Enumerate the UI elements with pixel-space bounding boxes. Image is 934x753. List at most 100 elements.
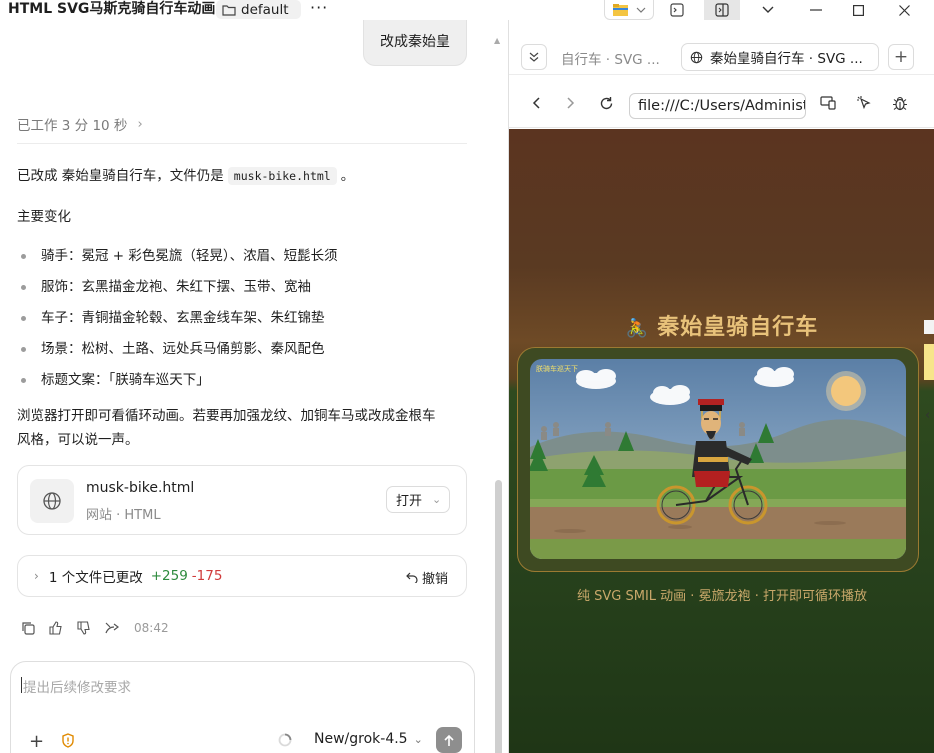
- open-file-button[interactable]: 打开 ⌄: [386, 486, 450, 513]
- permissions-button[interactable]: [61, 733, 75, 752]
- split-view-button[interactable]: [704, 0, 740, 20]
- chevron-down-icon: ⌄: [413, 732, 423, 746]
- changes-list: 骑手：冕冠 + 彩色冕旒（轻晃）、浓眉、短髭长须 服饰：玄黑描金龙袍、朱红下摆、…: [17, 246, 338, 401]
- chat-pane: 改成秦始皇 已工作 3 分 10 秒 › 已改成 秦始皇骑自行车，文件仍是 mus…: [0, 20, 508, 753]
- file-card[interactable]: musk-bike.html 网站 · HTML 打开 ⌄: [17, 465, 467, 535]
- element-picker-button[interactable]: [855, 94, 873, 112]
- message-actions: 08:42: [20, 620, 169, 636]
- globe-icon: [690, 51, 703, 63]
- animation-scene: 朕骑车巡天下: [530, 359, 906, 559]
- device-toggle-button[interactable]: [819, 94, 837, 112]
- tab-previous[interactable]: 自行车 · SVG ...: [561, 48, 660, 68]
- user-message-bubble: 改成秦始皇: [363, 20, 467, 66]
- closing-text-line-1: 浏览器打开即可看循环动画。若要再加强龙纹、加铜车马或改成金根车: [17, 408, 436, 424]
- divider: [17, 143, 467, 144]
- model-label: New/grok-4.5: [314, 731, 408, 747]
- maximize-button[interactable]: [848, 0, 868, 20]
- tab-list-button[interactable]: [521, 44, 547, 70]
- tab-active[interactable]: 秦始皇骑自行车 · SVG ...: [681, 43, 879, 71]
- undo-button[interactable]: 撤销: [406, 568, 448, 587]
- terminal-icon: [670, 3, 684, 17]
- share-button[interactable]: [104, 620, 120, 636]
- new-tab-button[interactable]: +: [888, 44, 914, 70]
- file-explorer-icon: [613, 3, 628, 16]
- edge-panel-sliver: [924, 320, 934, 380]
- reload-button[interactable]: [597, 94, 615, 112]
- forward-button[interactable]: [562, 94, 580, 112]
- thumbs-up-button[interactable]: [48, 620, 64, 636]
- title-bar: HTML SVG马斯克骑自行车动画 default ···: [0, 0, 934, 20]
- page-caption: 纯 SVG SMIL 动画 · 冕旒龙袍 · 打开即可循环播放: [577, 589, 867, 604]
- split-view-icon: [715, 3, 729, 17]
- copy-button[interactable]: [20, 620, 36, 636]
- share-icon: [105, 622, 119, 634]
- device-icon: [820, 96, 836, 110]
- maximize-icon: [852, 4, 864, 16]
- list-item: 服饰：玄黑描金龙袍、朱红下摆、玉带、宽袖: [17, 277, 338, 308]
- lines-added: +259: [150, 568, 188, 584]
- lines-removed: -175: [191, 568, 223, 584]
- browser-pane: 自行车 · SVG ... 秦始皇骑自行车 · SVG ... + file:/…: [508, 20, 934, 753]
- chevrons-icon: [529, 52, 539, 62]
- followup-input[interactable]: 提出后续修改要求: [21, 676, 131, 696]
- file-name-code: musk-bike.html: [227, 167, 337, 185]
- tab-active-label: 秦始皇骑自行车 · SVG ...: [710, 51, 863, 67]
- reload-icon: [600, 96, 612, 109]
- file-card-name: musk-bike.html: [86, 480, 195, 496]
- app-title: HTML SVG马斯克骑自行车动画: [8, 1, 216, 17]
- changes-count-label: 1 个文件已更改: [48, 570, 143, 586]
- changes-summary-card[interactable]: › 1 个文件已更改 +259 -175 撤销: [17, 555, 467, 597]
- devtools-button[interactable]: [891, 94, 909, 112]
- address-bar[interactable]: file:///C:/Users/Administ: [629, 93, 806, 119]
- page-heading: 🚴 秦始皇骑自行车: [509, 309, 934, 341]
- scene-illustration: 朕骑车巡天下: [530, 359, 906, 559]
- collapse-panel-icon[interactable]: ‹: [925, 408, 930, 423]
- reply-intro: 已改成 秦始皇骑自行车，文件仍是 musk-bike.html。: [17, 166, 354, 186]
- undo-icon: [406, 572, 418, 583]
- list-item: 标题文案：「朕骑车巡天下」: [17, 370, 338, 401]
- scroll-up-arrow[interactable]: ▲: [494, 36, 500, 45]
- forward-icon: [567, 97, 575, 109]
- navigation-bar: file:///C:/Users/Administ: [509, 76, 934, 128]
- list-item: 骑手：冕冠 + 彩色冕旒（轻晃）、浓眉、短髭长须: [17, 246, 338, 277]
- changes-heading: 主要变化: [17, 209, 71, 225]
- send-button[interactable]: [436, 727, 462, 753]
- bike-icon: 🚴: [625, 318, 650, 339]
- chat-scrollbar[interactable]: [495, 480, 502, 753]
- file-explorer-button[interactable]: [604, 0, 654, 20]
- minimize-icon: [810, 9, 822, 11]
- file-type-icon-box: [30, 479, 74, 523]
- undo-label: 撤销: [421, 572, 448, 587]
- page-heading-text: 秦始皇骑自行车: [657, 315, 819, 340]
- send-icon: [444, 734, 454, 746]
- folder-icon: [222, 4, 236, 16]
- window-menu-button[interactable]: [758, 0, 778, 20]
- chevron-right-icon: ›: [137, 116, 143, 132]
- reply-intro-text: 已改成 秦始皇骑自行车，文件仍是: [17, 168, 224, 184]
- copy-icon: [22, 622, 35, 635]
- thumbs-down-button[interactable]: [76, 620, 92, 636]
- worked-duration-toggle[interactable]: 已工作 3 分 10 秒 ›: [17, 114, 143, 135]
- bug-icon: [893, 96, 907, 111]
- more-icon[interactable]: ···: [310, 0, 328, 17]
- pointer-icon: [857, 96, 871, 110]
- minimize-button[interactable]: [806, 0, 826, 20]
- plus-icon: +: [29, 731, 45, 752]
- close-icon: [898, 4, 910, 16]
- close-button[interactable]: [894, 0, 914, 20]
- scene-tag: 朕骑车巡天下: [536, 364, 578, 373]
- model-selector[interactable]: New/grok-4.5 ⌄: [314, 731, 423, 747]
- back-button[interactable]: [527, 94, 545, 112]
- terminal-button[interactable]: [666, 0, 688, 20]
- attach-button[interactable]: +: [29, 731, 44, 752]
- back-icon: [532, 97, 540, 109]
- globe-icon: [43, 492, 61, 510]
- list-item: 场景：松树、土路、远处兵马俑剪影、秦风配色: [17, 339, 338, 370]
- page-viewport: 🚴 秦始皇骑自行车 朕骑车巡天下 纯 SVG SMIL 动画 · 冕旒龙袍 · …: [509, 129, 934, 753]
- spinner-icon: [278, 733, 292, 751]
- thumbs-up-icon: [49, 621, 62, 635]
- composer[interactable]: 提出后续修改要求 + New/grok-4.5 ⌄: [10, 661, 475, 753]
- shield-icon: [62, 733, 74, 748]
- folder-chip[interactable]: default: [216, 0, 301, 19]
- chevron-down-icon: [762, 6, 774, 13]
